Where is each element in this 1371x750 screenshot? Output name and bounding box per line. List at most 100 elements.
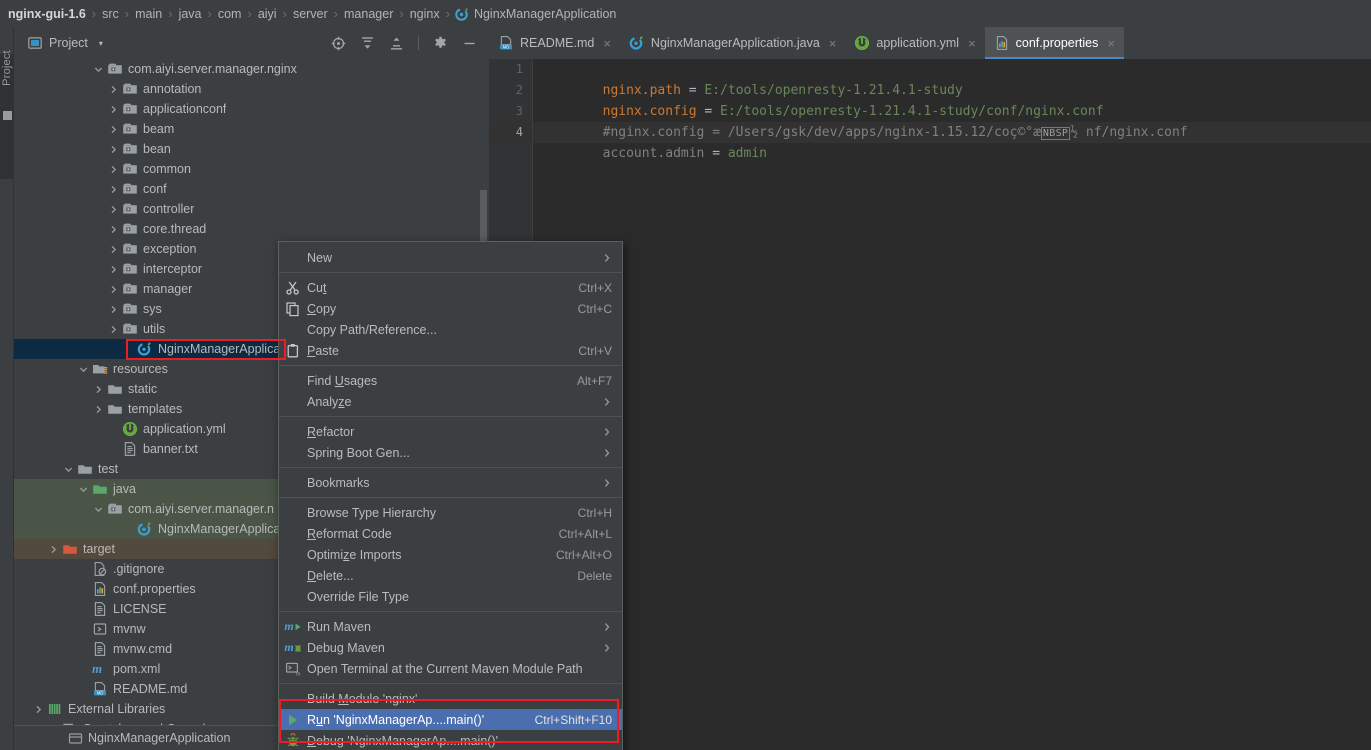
breadcrumb-separator: › [445,6,450,21]
project-vertical-tab[interactable]: Project [1,44,15,92]
breadcrumb-item-nginx[interactable]: nginx [409,7,441,21]
chevron-down-icon[interactable] [78,484,89,495]
tree-row[interactable]: annotation [14,79,489,99]
collapse-all-icon[interactable] [389,36,404,51]
breadcrumb-item-com[interactable]: com [217,7,243,21]
chevron-right-icon[interactable] [33,704,44,715]
menu-item-copy[interactable]: Copy Ctrl+C [279,298,622,319]
tree-row[interactable]: common [14,159,489,179]
menu-separator [279,272,622,273]
menu-item-override-file-type[interactable]: Override File Type [279,586,622,607]
chevron-right-icon[interactable] [108,284,119,295]
menu-item-analyze[interactable]: Analyze [279,391,622,412]
editor-tab-nginxmanagerapplication-java[interactable]: NginxManagerApplication.java × [620,27,845,59]
chevron-down-icon[interactable] [63,464,74,475]
tree-scrollbar[interactable] [480,190,487,246]
chevron-right-icon[interactable] [108,264,119,275]
chevron-right-icon[interactable] [108,204,119,215]
select-opened-file-icon[interactable] [331,36,346,51]
spring-class-icon [137,341,153,357]
chevron-right-icon[interactable] [108,84,119,95]
expand-all-icon[interactable] [360,36,375,51]
tree-row-label: banner.txt [143,442,198,456]
menu-item-cut[interactable]: Cut Ctrl+X [279,277,622,298]
chevron-down-icon[interactable] [93,64,104,75]
editor-tab-application-yml[interactable]: application.yml × [845,27,984,59]
settings-gear-icon[interactable] [433,36,448,51]
close-icon[interactable]: × [603,36,611,51]
tree-row-label: conf [143,182,167,196]
tree-row[interactable]: applicationconf [14,99,489,119]
strip-window-icon[interactable] [3,111,12,120]
menu-item-build-module-nginx[interactable]: Build Module 'nginx' [279,688,622,709]
package-icon [122,241,138,257]
tree-row-label: beam [143,122,175,136]
close-icon[interactable]: × [1107,36,1115,51]
chevron-down-icon[interactable] [78,364,89,375]
tree-row[interactable]: bean [14,139,489,159]
breadcrumb-item-manager[interactable]: manager [343,7,394,21]
tree-row[interactable]: beam [14,119,489,139]
editor-tab-readme-md[interactable]: MD README.md × [489,27,620,59]
code-content[interactable]: nginx.path = E:/tools/openresty-1.21.4.1… [533,59,1371,750]
breadcrumb-item-project[interactable]: nginx-gui-1.6 [4,7,87,21]
menu-item-delete[interactable]: Delete... Delete [279,565,622,586]
breadcrumb: nginx-gui-1.6 › src › main › java › com … [0,0,1371,27]
chevron-right-icon[interactable] [108,124,119,135]
editor-tab-conf-properties[interactable]: conf.properties × [984,27,1125,59]
context-menu[interactable]: New Cut Ctrl+X Copy Ctrl+C Copy Path/Referenc… [278,241,623,750]
chevron-right-icon[interactable] [108,144,119,155]
chevron-right-icon[interactable] [108,184,119,195]
tree-row-label: conf.properties [113,582,196,596]
hide-icon[interactable] [462,36,477,51]
menu-item-debug-maven[interactable]: m Debug Maven [279,637,622,658]
menu-item-icon-empty [279,526,307,542]
folder-icon [107,401,123,417]
menu-item-optimize-imports[interactable]: Optimize Imports Ctrl+Alt+O [279,544,622,565]
breadcrumb-item-aiyi[interactable]: aiyi [257,7,278,21]
package-icon [107,501,123,517]
menu-item-run-nginxmanagerap-main[interactable]: Run 'NginxManagerAp....main()' Ctrl+Shift… [279,709,622,730]
menu-item-open-terminal-at-the-current-maven-module-path[interactable]: m Open Terminal at the Current Maven Modu… [279,658,622,679]
close-icon[interactable]: × [829,36,837,51]
menu-item-bookmarks[interactable]: Bookmarks [279,472,622,493]
chevron-right-icon[interactable] [108,164,119,175]
prop-key: nginx.path [602,83,681,98]
menu-item-refactor[interactable]: Refactor [279,421,622,442]
breadcrumb-item-main[interactable]: main [134,7,163,21]
chevron-right-icon[interactable] [93,384,104,395]
chevron-right-icon[interactable] [108,324,119,335]
chevron-right-icon[interactable] [108,104,119,115]
menu-item-reformat-code[interactable]: Reformat Code Ctrl+Alt+L [279,523,622,544]
chevron-down-icon[interactable]: ▾ [99,39,103,48]
tree-row-label: resources [113,362,168,376]
menu-item-copy-path-reference[interactable]: Copy Path/Reference... [279,319,622,340]
menu-item-new[interactable]: New [279,247,622,268]
markdown-icon: MD [498,35,514,51]
tree-row-label: core.thread [143,222,207,236]
breadcrumb-item-src[interactable]: src [101,7,120,21]
menu-item-paste[interactable]: Paste Ctrl+V [279,340,622,361]
chevron-down-icon[interactable] [93,504,104,515]
tree-row[interactable]: core.thread [14,219,489,239]
chevron-right-icon[interactable] [108,224,119,235]
tree-row-label: com.aiyi.server.manager.nginx [128,62,297,76]
menu-item-spring-boot-gen[interactable]: Spring Boot Gen... [279,442,622,463]
chevron-right-icon[interactable] [93,404,104,415]
menu-item-find-usages[interactable]: Find Usages Alt+F7 [279,370,622,391]
chevron-right-icon[interactable] [108,244,119,255]
close-icon[interactable]: × [968,36,976,51]
tree-row[interactable]: conf [14,179,489,199]
breadcrumb-item-java[interactable]: java [178,7,203,21]
menu-item-run-maven[interactable]: m Run Maven [279,616,622,637]
chevron-right-icon[interactable] [48,544,59,555]
tree-row[interactable]: controller [14,199,489,219]
menu-item-debug-nginxmanagerap-main[interactable]: Debug 'NginxManagerAp....main()' [279,730,622,750]
breadcrumb-item-server[interactable]: server [292,7,329,21]
tree-row[interactable]: com.aiyi.server.manager.nginx [14,59,489,79]
breadcrumb-item-class[interactable]: NginxManagerApplication [473,7,617,21]
menu-item-browse-type-hierarchy[interactable]: Browse Type Hierarchy Ctrl+H [279,502,622,523]
chevron-right-icon [602,397,612,407]
chevron-right-icon[interactable] [108,304,119,315]
project-toolwindow-title[interactable]: Project ▾ [14,36,103,50]
